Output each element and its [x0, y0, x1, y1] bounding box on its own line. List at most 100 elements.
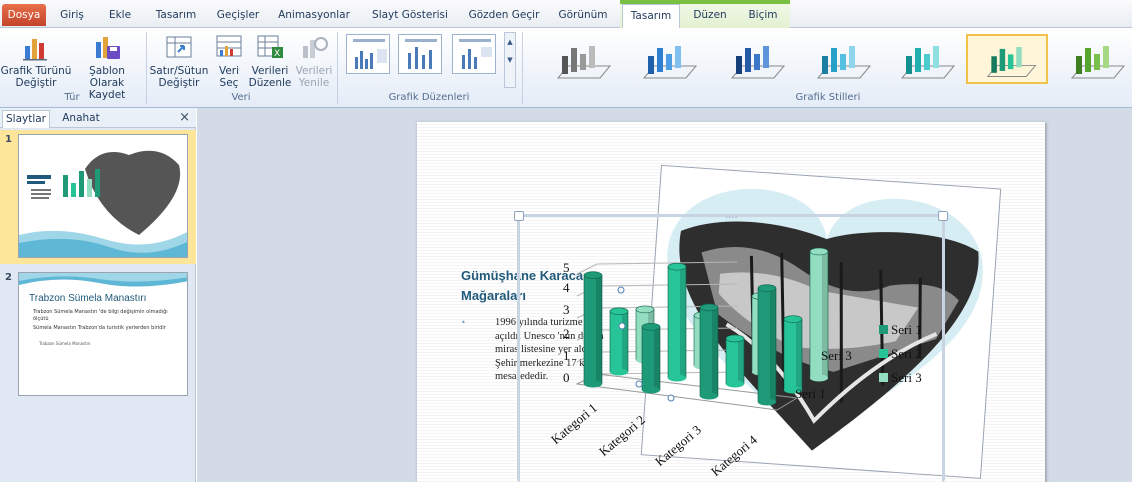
slide-2-bullet: Sümela Manastırı Trabzon'da turistik yer… — [33, 325, 166, 331]
chart-style-teal[interactable] — [882, 34, 964, 84]
legend-swatch — [879, 349, 888, 358]
tab-slides[interactable]: Slaytlar — [2, 110, 50, 128]
slide-thumbnail-2[interactable]: Trabzon Sümela Manastırı Trabzon Sümela … — [18, 272, 188, 396]
ribbon: Grafik Türünü Değiştir Şablon Olarak Kay… — [0, 28, 1132, 108]
legend-item-seri1[interactable]: Seri 1 — [879, 322, 922, 338]
slide-number: 2 — [5, 272, 12, 283]
chart-layout-option-1[interactable] — [346, 34, 390, 74]
y-tick-label: 5 — [563, 260, 570, 275]
layout-thumbnail-icon — [353, 39, 387, 69]
current-slide[interactable]: Gümüşhane Karaca Mağaraları • 1996 yılın… — [417, 122, 1045, 482]
column-top — [783, 315, 803, 323]
switch-row-column-button[interactable]: Satır/Sütun Değiştir — [148, 32, 210, 89]
column-shade — [770, 288, 776, 402]
tab-insert[interactable]: Ekle — [98, 4, 142, 28]
slide-2-wave — [19, 273, 187, 287]
chart-style-green-selected[interactable] — [966, 34, 1048, 84]
chart-column — [583, 271, 603, 388]
tab-home[interactable]: Giriş — [52, 4, 92, 28]
tab-transitions[interactable]: Geçişler — [210, 4, 266, 28]
chart-style-dark-blue[interactable] — [712, 34, 794, 84]
slide-thumbnail-row-1[interactable]: 1 — [0, 130, 196, 264]
switch-row-column-icon — [166, 36, 192, 58]
tab-animations[interactable]: Animasyonlar — [272, 4, 356, 28]
selection-marker — [617, 286, 625, 294]
y-tick-label: 2 — [563, 326, 570, 341]
tab-view[interactable]: Görünüm — [552, 4, 614, 28]
svg-text:X: X — [274, 49, 280, 59]
chart-plot[interactable] — [417, 122, 1045, 482]
layouts-gallery-scroll[interactable]: ▲ ▼ — [504, 32, 516, 88]
slide-number: 1 — [5, 134, 12, 145]
tab-outline[interactable]: Anahat — [52, 110, 110, 128]
legend-item-seri2[interactable]: Seri 2 — [879, 346, 922, 362]
chart-column — [757, 284, 777, 406]
column-bottom — [584, 380, 602, 388]
chart-style-thumbnail-icon — [556, 46, 612, 79]
chart-column — [609, 307, 629, 376]
column-top — [757, 284, 777, 292]
slide-thumbnail-row-2[interactable]: 2 Trabzon Sümela Manastırı Trabzon Sümel… — [0, 268, 196, 402]
select-data-icon — [216, 35, 242, 57]
selection-marker — [618, 322, 626, 330]
select-data-button[interactable]: Veri Seç — [212, 32, 246, 89]
column-shade — [680, 266, 686, 378]
save-as-template-button[interactable]: Şablon Olarak Kaydet — [74, 32, 140, 101]
tab-chart-layout[interactable]: Düzen — [684, 4, 736, 28]
gridline — [576, 261, 738, 275]
column-top — [641, 322, 661, 331]
change-chart-type-label: Grafik Türünü Değiştir — [0, 65, 72, 89]
refresh-data-button[interactable]: Verileri Yenile — [294, 32, 334, 89]
tab-review[interactable]: Gözden Geçir — [462, 4, 546, 28]
chart-column — [667, 262, 687, 382]
column-top — [635, 305, 655, 314]
column-bottom — [810, 374, 828, 382]
slide-1-preview — [19, 150, 187, 257]
column-bottom — [758, 398, 776, 406]
save-template-icon — [96, 37, 120, 59]
edit-data-button[interactable]: X Verileri Düzenle — [248, 32, 292, 89]
chart-layout-option-3[interactable] — [452, 34, 496, 74]
edit-data-icon: X — [257, 35, 283, 59]
chart-style-thumbnail-icon — [900, 46, 956, 79]
change-chart-type-button[interactable]: Grafik Türünü Değiştir — [0, 32, 72, 89]
legend-item-seri3[interactable]: Seri 3 — [879, 370, 922, 386]
chart-column — [783, 315, 803, 394]
chart-style-cyan[interactable] — [798, 34, 880, 84]
slide-editing-area: Gümüşhane Karaca Mağaraları • 1996 yılın… — [197, 108, 1132, 482]
column-shade — [796, 319, 802, 390]
group-label-data: Veri — [231, 92, 251, 103]
selection-marker — [667, 394, 675, 402]
edit-data-label: Verileri Düzenle — [248, 65, 292, 89]
group-separator — [146, 32, 147, 104]
close-pane-icon[interactable]: × — [179, 110, 190, 125]
refresh-data-label: Verileri Yenile — [295, 65, 333, 89]
group-separator — [522, 32, 523, 104]
chart-type-icon — [23, 39, 47, 61]
ribbon-tab-bar: Dosya Giriş Ekle Tasarım Geçişler Animas… — [0, 0, 1132, 29]
chart-style-gray[interactable] — [538, 34, 620, 84]
slide-thumbnail-1[interactable] — [18, 134, 188, 258]
slides-pane-tabs: Slaytlar Anahat × — [0, 108, 196, 128]
y-tick-label: 4 — [563, 280, 570, 295]
column-shade — [596, 275, 602, 384]
chart-style-thumbnail-icon — [642, 46, 698, 79]
chart-layout-option-2[interactable] — [398, 34, 442, 74]
column-top — [809, 247, 829, 256]
group-label-type: Tür — [64, 92, 80, 103]
switch-row-column-label: Satır/Sütun Değiştir — [149, 65, 209, 89]
legend-label: Seri 2 — [891, 346, 922, 361]
tab-chart-format[interactable]: Biçim — [738, 4, 788, 28]
slides-pane: Slaytlar Anahat × 1 2 Trabzon Sümela Man… — [0, 108, 196, 482]
chart-style-lime[interactable] — [1052, 34, 1132, 84]
slide-2-bullet: Trabzon Sümela Manastırı 'de bilgi değiş… — [33, 309, 168, 322]
tab-file[interactable]: Dosya — [2, 4, 46, 26]
chart-style-thumbnail-icon — [1070, 46, 1126, 79]
tab-slideshow[interactable]: Slayt Gösterisi — [362, 4, 458, 28]
chart-style-blue[interactable] — [624, 34, 706, 84]
column-shade — [622, 311, 628, 372]
column-shade — [712, 307, 718, 396]
tab-chart-design[interactable]: Tasarım — [622, 4, 680, 29]
chart-style-thumbnail-icon — [730, 46, 786, 79]
tab-design[interactable]: Tasarım — [148, 4, 204, 28]
